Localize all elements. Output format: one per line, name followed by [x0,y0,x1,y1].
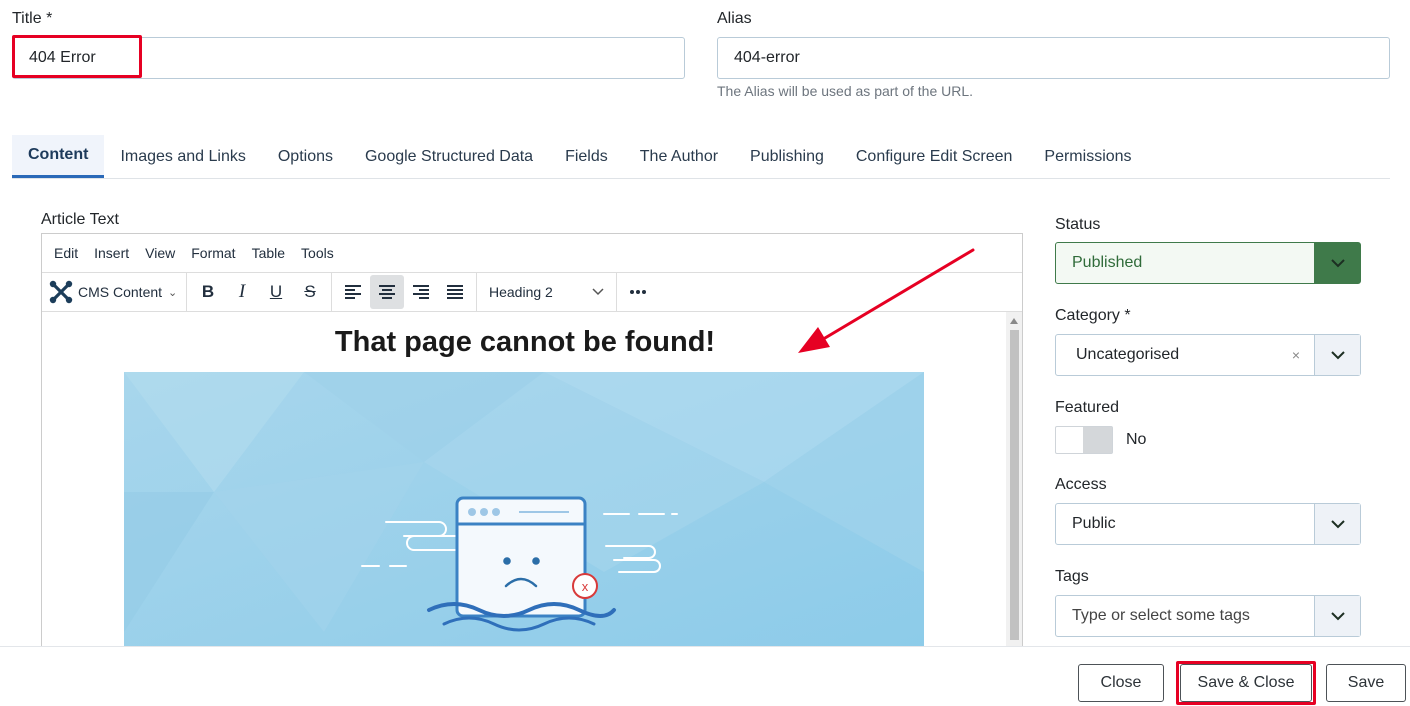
featured-toggle-knob [1083,427,1112,453]
category-select[interactable]: Uncategorised × [1055,334,1361,376]
status-label: Status [1055,216,1101,233]
clear-icon[interactable]: × [1292,347,1300,363]
more-group [617,273,659,312]
featured-toggle[interactable] [1055,426,1113,454]
underline-icon[interactable]: U [259,275,293,309]
tab-publishing[interactable]: Publishing [734,135,840,178]
alias-hint: The Alias will be used as part of the UR… [717,83,974,99]
chevron-down-icon [1314,596,1360,636]
chevron-down-icon: ⌄ [168,286,178,299]
access-value: Public [1072,515,1116,532]
editor-scrollbar[interactable] [1006,312,1022,652]
save-button[interactable]: Save [1326,664,1406,702]
404-illustration: x [124,372,924,652]
chevron-down-icon [1314,335,1360,375]
menu-edit[interactable]: Edit [46,245,86,261]
align-justify-icon[interactable] [438,275,472,309]
tab-fields[interactable]: Fields [549,135,624,178]
block-format-select[interactable]: Heading 2 [477,272,617,312]
alignment-group [332,272,477,312]
tab-permissions[interactable]: Permissions [1028,135,1147,178]
access-label: Access [1055,476,1107,493]
tab-options[interactable]: Options [262,135,349,178]
bold-icon[interactable]: B [191,275,225,309]
editor-scrollbar-thumb[interactable] [1010,330,1019,640]
alias-label: Alias [717,10,752,27]
align-left-icon[interactable] [336,275,370,309]
featured-label: Featured [1055,399,1120,416]
error-badge: x [582,579,589,594]
status-value: Published [1072,254,1143,271]
tab-google-structured-data[interactable]: Google Structured Data [349,135,549,178]
tab-configure-edit-screen[interactable]: Configure Edit Screen [840,135,1029,178]
menu-format[interactable]: Format [183,245,243,261]
editor-content-area[interactable]: That page cannot be found! x [42,312,1008,652]
block-format-value: Heading 2 [489,284,553,300]
menu-tools[interactable]: Tools [293,245,342,261]
category-value: Uncategorised [1076,346,1180,363]
article-text-label: Article Text [41,211,119,228]
alias-value: 404-error [734,49,800,66]
category-label: Category * [1055,307,1131,324]
strikethrough-icon[interactable]: S [293,275,327,309]
article-tabs: Content Images and Links Options Google … [12,135,1390,179]
text-style-group: B I U S [187,272,332,312]
access-select[interactable]: Public [1055,503,1361,545]
menu-view[interactable]: View [137,245,183,261]
chevron-down-icon [1314,504,1360,544]
tab-the-author[interactable]: The Author [624,135,734,178]
footer-bar: Close Save & Close Save [0,646,1410,706]
joomla-logo-icon [49,280,73,304]
align-center-icon[interactable] [370,275,404,309]
tab-images-and-links[interactable]: Images and Links [104,135,261,178]
italic-icon[interactable]: I [225,275,259,309]
save-close-highlight-box [1176,661,1316,705]
alias-input[interactable]: 404-error [717,37,1390,79]
tags-placeholder: Type or select some tags [1072,607,1250,624]
align-right-icon[interactable] [404,275,438,309]
menu-table[interactable]: Table [244,245,293,261]
title-highlight-box [12,35,142,78]
chevron-down-icon [1314,243,1360,283]
cms-content-button[interactable]: CMS Content ⌄ [42,272,187,312]
chevron-down-icon [592,288,604,296]
annotation-arrow-icon [798,248,975,353]
menu-insert[interactable]: Insert [86,245,137,261]
tab-content[interactable]: Content [12,135,105,178]
tags-label: Tags [1055,568,1089,585]
close-button[interactable]: Close [1078,664,1164,702]
cms-content-label: CMS Content [78,284,163,300]
more-options-icon[interactable] [621,275,655,309]
featured-value: No [1126,431,1147,448]
tags-select[interactable]: Type or select some tags [1055,595,1361,637]
title-label: Title * [12,10,53,27]
status-select[interactable]: Published [1055,242,1361,284]
